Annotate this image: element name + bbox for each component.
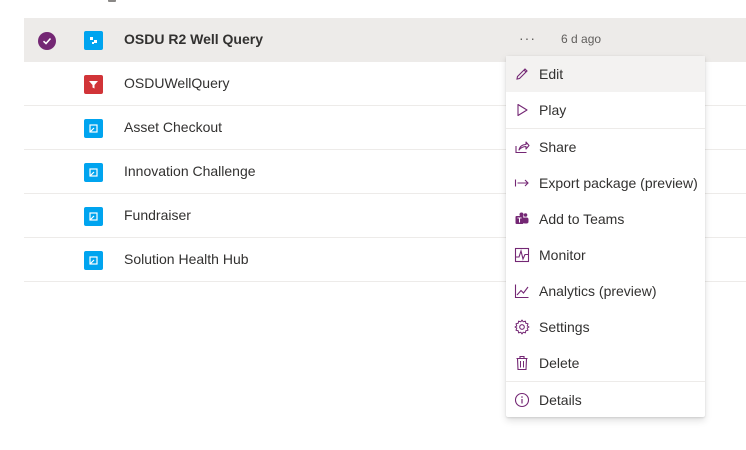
export-arrow-icon bbox=[513, 174, 531, 192]
share-icon bbox=[513, 138, 531, 156]
modified-time: 6 d ago bbox=[561, 32, 602, 46]
menu-item-play[interactable]: Play bbox=[506, 92, 705, 128]
info-icon bbox=[513, 391, 531, 409]
checkmark-icon[interactable] bbox=[38, 32, 56, 50]
canvas-app-icon bbox=[84, 207, 103, 226]
menu-item-label: Delete bbox=[539, 355, 580, 371]
model-driven-app-icon bbox=[84, 31, 103, 50]
menu-item-label: Edit bbox=[539, 66, 564, 82]
menu-item-label: Details bbox=[539, 392, 582, 408]
app-name[interactable]: OSDU R2 Well Query bbox=[124, 18, 263, 61]
menu-item-analytics[interactable]: Analytics (preview) bbox=[506, 273, 705, 309]
menu-item-details[interactable]: Details bbox=[506, 382, 705, 418]
menu-item-monitor[interactable]: Monitor bbox=[506, 237, 705, 273]
menu-item-share[interactable]: Share bbox=[506, 129, 705, 165]
app-name[interactable]: Innovation Challenge bbox=[124, 150, 256, 193]
menu-item-edit[interactable]: Edit bbox=[506, 56, 705, 92]
teams-icon: T bbox=[513, 210, 531, 228]
menu-item-delete[interactable]: Delete bbox=[506, 345, 705, 381]
app-name[interactable]: OSDUWellQuery bbox=[124, 62, 230, 105]
canvas-app-icon bbox=[84, 163, 103, 182]
trash-icon bbox=[513, 354, 531, 372]
context-menu: Edit Play Share Export package (preview)… bbox=[506, 56, 705, 417]
menu-item-label: Monitor bbox=[539, 247, 586, 263]
app-name[interactable]: Fundraiser bbox=[124, 194, 191, 237]
pencil-icon bbox=[513, 65, 531, 83]
gear-icon bbox=[513, 318, 531, 336]
menu-item-label: Settings bbox=[539, 319, 590, 335]
monitor-icon bbox=[513, 246, 531, 264]
menu-item-label: Play bbox=[539, 102, 567, 118]
menu-item-label: Share bbox=[539, 139, 577, 155]
menu-item-export-package[interactable]: Export package (preview) bbox=[506, 165, 705, 201]
analytics-icon bbox=[513, 282, 531, 300]
menu-item-label: Add to Teams bbox=[539, 211, 625, 227]
menu-item-add-to-teams[interactable]: T Add to Teams bbox=[506, 201, 705, 237]
app-name[interactable]: Asset Checkout bbox=[124, 106, 222, 149]
svg-text:T: T bbox=[517, 218, 522, 225]
menu-item-label: Analytics (preview) bbox=[539, 283, 657, 299]
canvas-app-icon bbox=[84, 119, 103, 138]
app-name[interactable]: Solution Health Hub bbox=[124, 238, 249, 281]
menu-item-settings[interactable]: Settings bbox=[506, 309, 705, 345]
menu-item-label: Export package (preview) bbox=[539, 175, 698, 191]
more-options-button[interactable]: ··· bbox=[519, 18, 536, 58]
play-icon bbox=[513, 101, 531, 119]
partial-row-icon bbox=[108, 0, 116, 2]
funnel-app-icon bbox=[84, 75, 103, 94]
canvas-app-icon bbox=[84, 251, 103, 270]
